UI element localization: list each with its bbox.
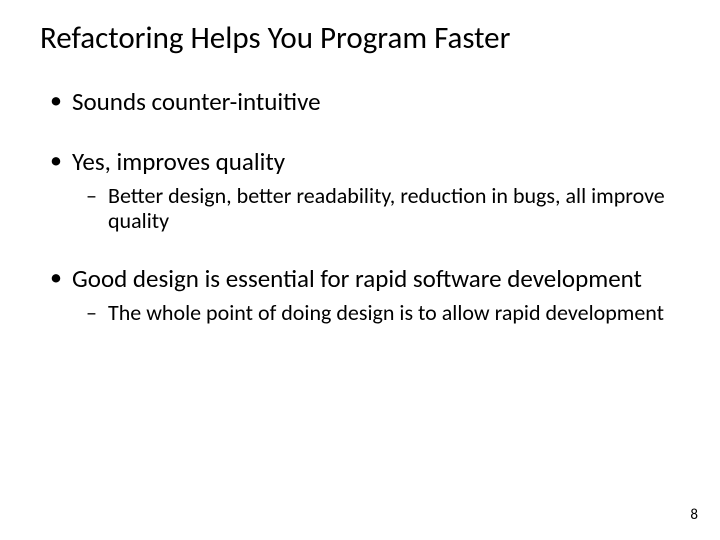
bullet-item: Good design is essential for rapid softw… [44,264,680,294]
bullet-item: Sounds counter-intuitive [44,87,680,117]
slide-container: Refactoring Helps You Program Faster Sou… [0,0,720,540]
bullet-subitem: The whole point of doing design is to al… [44,300,680,325]
bullet-item: Yes, improves quality [44,147,680,177]
page-number: 8 [690,506,698,524]
slide-title: Refactoring Helps You Program Faster [40,20,680,57]
bullet-subitem: Better design, better readability, reduc… [44,183,680,234]
slide-content: Sounds counter-intuitive Yes, improves q… [40,87,680,325]
